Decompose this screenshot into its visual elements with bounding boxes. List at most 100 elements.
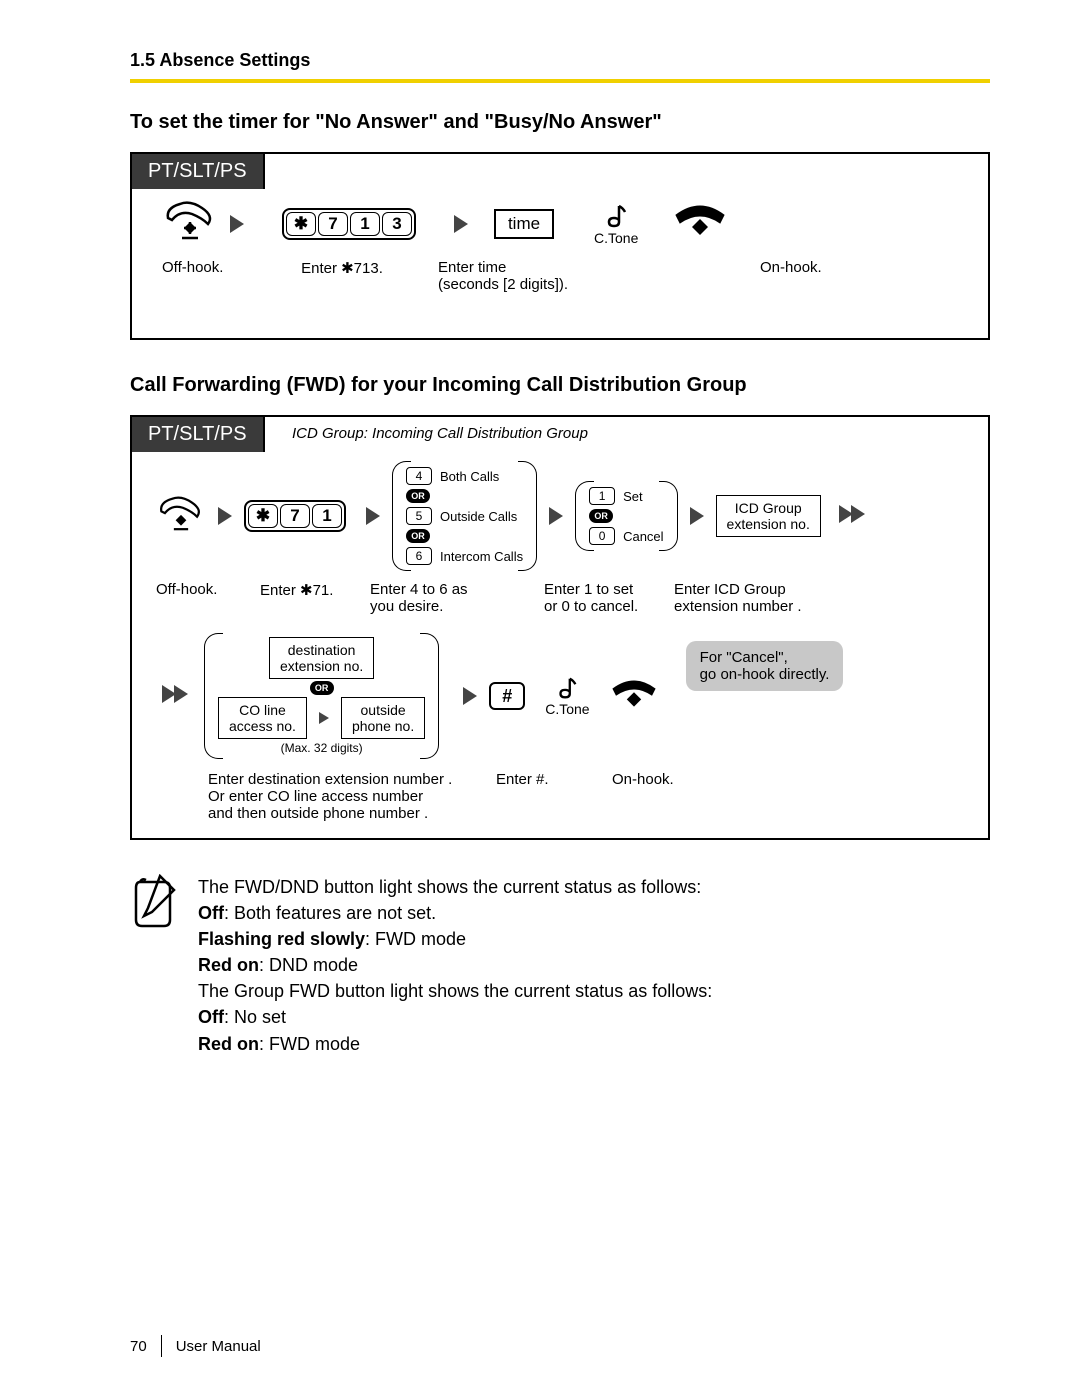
max-digits-note: (Max. 32 digits) bbox=[281, 741, 363, 755]
double-arrow-icon bbox=[833, 505, 871, 528]
diagram2-tab-note: ICD Group: Incoming Call Distribution Gr… bbox=[292, 425, 588, 442]
opt-set: Set bbox=[623, 489, 643, 504]
out-l2: phone no. bbox=[352, 718, 414, 734]
cap-dest-l1: Enter destination extension number . bbox=[208, 771, 490, 788]
section-header: 1.5 Absence Settings bbox=[130, 50, 990, 71]
arrow-icon bbox=[463, 687, 477, 705]
key-7: 7 bbox=[318, 212, 348, 236]
co-line-box: CO line access no. bbox=[218, 697, 307, 739]
note-l4a: Red on bbox=[198, 955, 259, 975]
footer-divider bbox=[161, 1335, 162, 1357]
page-footer: 70 User Manual bbox=[130, 1335, 261, 1357]
notes-block: The FWD/DND button light shows the curre… bbox=[130, 874, 990, 1057]
key-star: ✱ bbox=[286, 212, 316, 236]
key-hash: # bbox=[489, 682, 525, 710]
diagram2-tab: PT/SLT/PS bbox=[130, 415, 265, 452]
cap-onhook: On-hook. bbox=[760, 259, 822, 293]
icd-l1: ICD Group bbox=[727, 500, 810, 516]
arrow-icon bbox=[690, 507, 704, 525]
double-arrow-icon bbox=[156, 685, 194, 708]
cap-enterhash: Enter #. bbox=[496, 771, 606, 822]
key-4: 4 bbox=[406, 467, 432, 485]
arrow-icon bbox=[218, 507, 232, 525]
arrow-icon bbox=[366, 507, 380, 525]
arrow-icon bbox=[319, 712, 329, 724]
key-7: 7 bbox=[280, 504, 310, 528]
ctone-icon bbox=[553, 675, 581, 701]
options-10: 1Set OR 0Cancel bbox=[575, 481, 677, 551]
key-star: ✱ bbox=[248, 504, 278, 528]
opt-both-calls: Both Calls bbox=[440, 469, 499, 484]
ctone-block: C.Tone bbox=[545, 675, 589, 717]
cap-entertime: Enter time (seconds [2 digits]). bbox=[438, 259, 618, 293]
cap-entericd: Enter ICD Group extension number . bbox=[674, 581, 844, 615]
diagram-box-1: PT/SLT/PS ✱ 7 1 3 bbox=[130, 152, 990, 340]
cancel-note: For "Cancel", go on-hook directly. bbox=[686, 641, 844, 691]
cap-entertime-l2: (seconds [2 digits]). bbox=[438, 276, 618, 293]
arrow-icon bbox=[549, 507, 563, 525]
dest-l2: extension no. bbox=[280, 658, 363, 674]
key-5: 5 bbox=[406, 507, 432, 525]
dest-l1: destination bbox=[280, 642, 363, 658]
note-l5: The Group FWD button light shows the cur… bbox=[198, 978, 712, 1004]
cap-enter46-l1: Enter 4 to 6 as bbox=[370, 581, 538, 598]
cap-onhook2: On-hook. bbox=[612, 771, 712, 822]
icd-l2: extension no. bbox=[727, 516, 810, 532]
key-1s: 1 bbox=[589, 487, 615, 505]
note-l7a: Red on bbox=[198, 1034, 259, 1054]
key-1: 1 bbox=[350, 212, 380, 236]
key-1: 1 bbox=[312, 504, 342, 528]
opt-cancel: Cancel bbox=[623, 529, 663, 544]
or-pill: OR bbox=[406, 489, 430, 503]
notes-text: The FWD/DND button light shows the curre… bbox=[198, 874, 712, 1057]
ctone-block: C.Tone bbox=[594, 202, 638, 246]
or-pill: OR bbox=[310, 681, 334, 695]
icd-group-box: ICD Group extension no. bbox=[716, 495, 821, 537]
note-l2b: : Both features are not set. bbox=[224, 903, 436, 923]
key-3: 3 bbox=[382, 212, 412, 236]
cap-offhook: Off-hook. bbox=[162, 259, 246, 293]
cap-enter71: Enter ✱71. bbox=[234, 581, 364, 615]
diagram-box-2: PT/SLT/PS ICD Group: Incoming Call Distr… bbox=[130, 415, 990, 840]
offhook-icon bbox=[162, 198, 218, 249]
cap-entericd-l1: Enter ICD Group bbox=[674, 581, 844, 598]
section2-heading: Call Forwarding (FWD) for your Incoming … bbox=[130, 374, 990, 397]
diagram1-tab: PT/SLT/PS bbox=[130, 152, 265, 189]
note-l1: The FWD/DND button light shows the curre… bbox=[198, 874, 712, 900]
page-number: 70 bbox=[130, 1338, 147, 1355]
cap-dest: Enter destination extension number . Or … bbox=[208, 771, 490, 822]
header-rule bbox=[130, 79, 990, 83]
outside-phone-box: outside phone no. bbox=[341, 697, 425, 739]
note-l3a: Flashing red slowly bbox=[198, 929, 365, 949]
ctone-label: C.Tone bbox=[545, 701, 589, 717]
note-l3b: : FWD mode bbox=[365, 929, 466, 949]
keypad-713: ✱ 7 1 3 bbox=[282, 208, 416, 240]
cap-enter10-l2: or 0 to cancel. bbox=[544, 598, 668, 615]
or-pill: OR bbox=[406, 529, 430, 543]
cancel-note-l1: For "Cancel", bbox=[700, 649, 830, 666]
keypad-71: ✱ 7 1 bbox=[244, 500, 346, 532]
cap-enter10-l1: Enter 1 to set bbox=[544, 581, 668, 598]
offhook-icon bbox=[156, 493, 206, 540]
co-l1: CO line bbox=[229, 702, 296, 718]
cap-enter713: Enter ✱713. bbox=[252, 259, 432, 293]
ctone-label: C.Tone bbox=[594, 230, 638, 246]
ctone-icon bbox=[601, 202, 631, 230]
cap-entertime-l1: Enter time bbox=[438, 259, 618, 276]
cap-dest-l2: Or enter CO line access number bbox=[208, 788, 490, 805]
note-l4b: : DND mode bbox=[259, 955, 358, 975]
options-456: 4 Both Calls OR 5 Outside Calls OR 6 Interc… bbox=[392, 461, 537, 571]
key-6: 6 bbox=[406, 547, 432, 565]
arrow-icon bbox=[230, 215, 244, 233]
note-l7b: : FWD mode bbox=[259, 1034, 360, 1054]
onhook-icon bbox=[606, 676, 662, 717]
section1-heading: To set the timer for "No Answer" and "Bu… bbox=[130, 111, 990, 134]
cap-entericd-l2: extension number . bbox=[674, 598, 844, 615]
co-l2: access no. bbox=[229, 718, 296, 734]
key-0: 0 bbox=[589, 527, 615, 545]
note-l6a: Off bbox=[198, 1007, 224, 1027]
opt-outside-calls: Outside Calls bbox=[440, 509, 517, 524]
opt-intercom-calls: Intercom Calls bbox=[440, 549, 523, 564]
destination-group: destination extension no. OR CO line acc… bbox=[204, 633, 439, 759]
note-l6b: : No set bbox=[224, 1007, 286, 1027]
